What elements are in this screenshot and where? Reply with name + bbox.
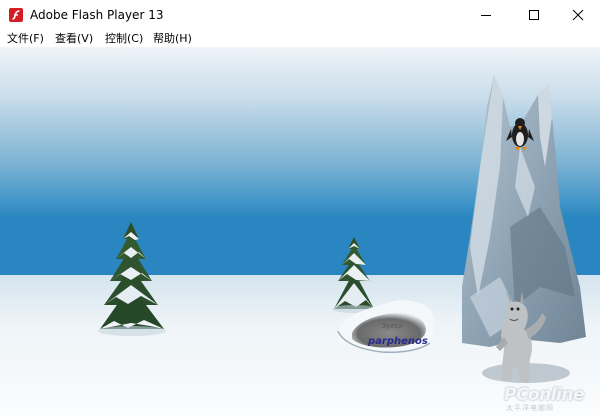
- menu-help[interactable]: 帮助(H): [153, 31, 192, 46]
- game-stage[interactable]: Зуеск parphenos PConline 太平洋电脑网: [0, 47, 600, 416]
- close-icon: [572, 9, 584, 21]
- minimize-icon: [481, 15, 491, 16]
- menu-bar: 文件(F) 查看(V) 控制(C) 帮助(H): [0, 30, 600, 47]
- minimize-button[interactable]: [464, 0, 508, 30]
- title-bar[interactable]: Adobe Flash Player 13: [0, 0, 600, 30]
- flash-player-icon: [9, 8, 23, 22]
- flash-player-window: Adobe Flash Player 13 文件(F) 查看(V) 控制(C) …: [0, 0, 600, 416]
- menu-file[interactable]: 文件(F): [7, 31, 44, 46]
- maximize-icon: [529, 10, 539, 20]
- watermark-brand: PConline: [504, 385, 585, 405]
- window-title: Adobe Flash Player 13: [30, 8, 164, 22]
- menu-control[interactable]: 控制(C): [105, 31, 143, 46]
- menu-view[interactable]: 查看(V): [55, 31, 93, 46]
- rock-caption: Зуеск: [382, 322, 404, 330]
- close-button[interactable]: [556, 0, 600, 30]
- maximize-button[interactable]: [512, 0, 556, 30]
- watermark-sub: 太平洋电脑网: [506, 404, 554, 412]
- rock-label-link[interactable]: parphenos: [368, 336, 428, 348]
